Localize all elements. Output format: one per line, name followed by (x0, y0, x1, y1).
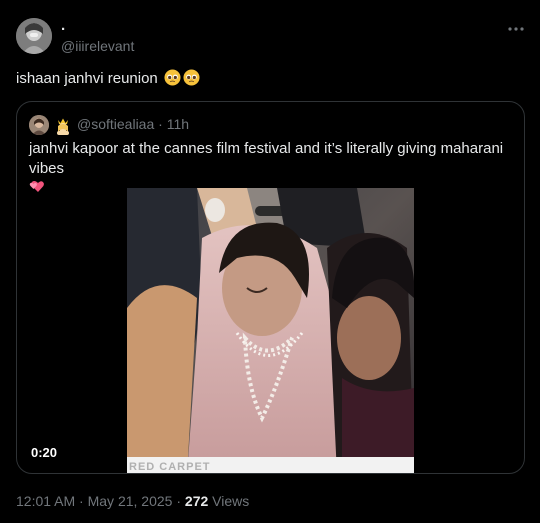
pleading-face-emoji-icon (164, 69, 181, 92)
views-label: Views (212, 493, 250, 509)
post-date[interactable]: May 21, 2025 (88, 493, 173, 509)
princess-emoji-icon (53, 115, 73, 135)
author-handle[interactable]: @iiirelevant (61, 38, 134, 54)
quoted-handle[interactable]: @softiealiaa (77, 116, 154, 132)
tweet-text: ishaan janhvi reunion (16, 69, 200, 92)
video-duration: 0:20 (31, 445, 58, 460)
footer-separator: · (79, 493, 84, 509)
footer-separator: · (176, 493, 182, 509)
quoted-tweet[interactable]: @softiealiaa · 11h janhvi kapoor at the … (16, 101, 525, 474)
tweet-text-content: ishaan janhvi reunion (16, 70, 158, 87)
tweet-footer: 12:01 AM · May 21, 2025 · 272 Views (16, 492, 249, 510)
video-player[interactable]: RED CARPET (127, 188, 414, 473)
author-display-name[interactable]: · (61, 22, 66, 38)
quoted-meta: @softiealiaa · 11h (77, 116, 189, 133)
quoted-author-avatar[interactable] (29, 115, 49, 135)
video-frame: RED CARPET (127, 188, 414, 473)
meta-separator: · (158, 116, 163, 132)
views-count: 272 (184, 493, 209, 509)
post-time[interactable]: 12:01 AM (16, 493, 75, 509)
author-avatar[interactable] (16, 18, 52, 54)
video-caption-overlay: RED CARPET (129, 461, 211, 473)
two-hearts-emoji-icon (29, 179, 45, 199)
tweet: · @iiirelevant ishaan janhvi reunion @so… (0, 0, 540, 523)
quoted-time[interactable]: 11h (167, 116, 189, 132)
more-options-icon[interactable] (506, 21, 526, 37)
pleading-face-emoji-icon (183, 69, 200, 92)
quoted-text-content: janhvi kapoor at the cannes film festiva… (29, 140, 504, 177)
